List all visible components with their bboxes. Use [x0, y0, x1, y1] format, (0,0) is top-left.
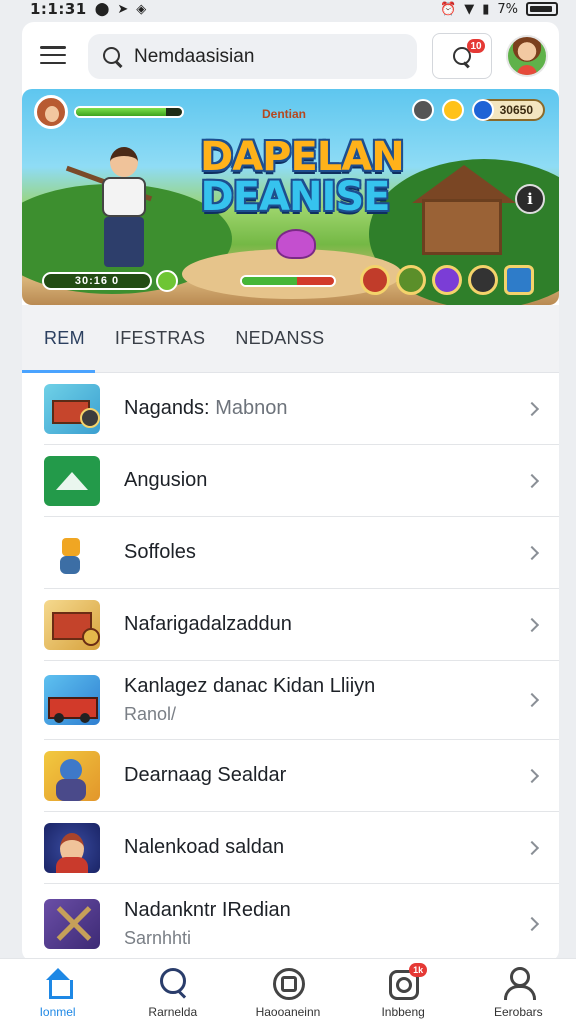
nav-label: Haooaneinn	[255, 1004, 321, 1019]
nav-profile[interactable]: Eerobars	[468, 965, 568, 1019]
player-card	[34, 95, 184, 129]
notifications-button[interactable]: 10	[432, 33, 492, 79]
ability-magic-icon[interactable]	[432, 265, 462, 295]
list-item[interactable]: Nafarigadalzaddun	[44, 589, 559, 661]
search-bar[interactable]	[88, 34, 417, 79]
search-input[interactable]	[134, 45, 394, 68]
notification-badge: 10	[467, 39, 485, 53]
battery-percent: 7%	[497, 1, 518, 17]
hut-illustration	[422, 199, 502, 255]
list-item-title: Kanlagez danac Kidan Lliiyn	[124, 675, 376, 697]
nav-label: Rarnelda	[148, 1004, 198, 1019]
game-logo: DAPELAN DEANISE	[200, 134, 405, 220]
tab-rem[interactable]: REM	[22, 305, 95, 373]
nav-search[interactable]: Rarnelda	[123, 965, 223, 1019]
list-item[interactable]: Angusion	[44, 445, 559, 517]
truck-icon	[44, 675, 100, 725]
player-health-bar	[74, 106, 184, 118]
hamburger-menu-icon[interactable]	[40, 42, 66, 68]
gem-icon	[411, 99, 434, 121]
ability-row	[360, 265, 534, 295]
main-card: 10 Dentian 30650	[22, 22, 559, 962]
xp-bar: 30:16 0	[42, 272, 152, 290]
nav-label: Inbbeng	[381, 1004, 425, 1019]
ability-fire-icon[interactable]	[360, 265, 390, 295]
game-banner[interactable]: Dentian 30650 DAPELAN DEANISE i 30:16 0	[22, 89, 559, 305]
tab-bar: REM IFESTRAS NEDANSS	[22, 305, 559, 373]
gold-coin-icon	[441, 99, 464, 121]
list-item-title: Soffoles	[124, 541, 196, 563]
ability-gear-icon[interactable]	[468, 265, 498, 295]
list-item[interactable]: Dearnaag Sealdar	[44, 740, 559, 812]
home-icon	[40, 965, 76, 1001]
score-value: 30650	[499, 103, 533, 117]
xp-orb-icon	[156, 270, 178, 292]
nav-home[interactable]: Ionmel	[8, 965, 108, 1019]
user-avatar[interactable]	[506, 35, 548, 77]
list-item[interactable]: Nalenkoad saldan	[44, 812, 559, 884]
sword-icon	[44, 898, 100, 949]
wifi-icon: ▼	[464, 1, 475, 17]
bottom-navigation: Ionmel Rarnelda Haooaneinn 1k Inbbeng Ee…	[0, 958, 576, 1024]
info-icon[interactable]: i	[515, 184, 545, 214]
list-item-title: Nafarigadalzaddun	[124, 613, 292, 635]
nav-community[interactable]: Haooaneinn	[238, 965, 338, 1019]
community-icon	[270, 965, 306, 1001]
tab-ifestras[interactable]: IFESTRAS	[115, 305, 205, 373]
list-item[interactable]: Nagands: Mabnon	[44, 373, 559, 445]
nav-label: Ionmel	[39, 1004, 76, 1019]
currency-area: 30650	[411, 99, 545, 121]
list-item[interactable]: Nadankntr IRedian Sarnhhti	[44, 884, 559, 962]
search-icon	[155, 965, 191, 1001]
ability-sword-icon[interactable]	[504, 265, 534, 295]
mountain-icon	[44, 455, 100, 506]
nav-label: Eerobars	[493, 1004, 543, 1019]
alarm-icon: ⏰	[440, 1, 457, 17]
hero-icon	[44, 822, 100, 873]
hero-character	[65, 147, 158, 275]
top-bar: 10	[22, 22, 559, 90]
treasure-icon	[44, 599, 100, 650]
ability-leaf-icon[interactable]	[396, 265, 426, 295]
list-item[interactable]: Soffoles	[44, 517, 559, 589]
messages-badge: 1k	[409, 962, 428, 977]
signal-icon: ▮	[482, 1, 490, 17]
notification-dot-icon: ⬤	[94, 1, 110, 17]
list-item-title: Dearnaag Sealdar	[124, 764, 287, 786]
list-item-subtitle: Sarnhhti	[124, 927, 192, 948]
status-bar: 1:1:31 ⬤ ➤ ◈ ⏰ ▼ ▮ 7%	[0, 0, 576, 18]
game-logo-line-1: DAPELAN	[200, 134, 405, 180]
game-list: Nagands: Mabnon Angusion Soffoles Nafari…	[22, 373, 559, 962]
shop-icon	[44, 383, 100, 434]
progress-bar	[240, 275, 336, 287]
score-display: 30650	[471, 99, 545, 121]
list-item-title: Nagands: Mabnon	[124, 397, 288, 419]
warrior-icon	[44, 750, 100, 801]
game-title-small: Dentian	[262, 107, 307, 121]
list-item-title: Nalenkoad saldan	[124, 836, 285, 858]
list-item-title: Nadankntr IRedian	[124, 898, 291, 921]
profile-icon	[500, 965, 537, 1001]
list-item-subtitle: Ranol/	[124, 704, 177, 724]
shield-icon: ◈	[136, 1, 147, 17]
creature-illustration	[276, 229, 316, 259]
knight-icon	[44, 528, 100, 578]
status-time: 1:1:31	[30, 0, 87, 18]
navigation-arrow-icon: ➤	[117, 1, 129, 17]
nav-messages[interactable]: 1k Inbbeng	[353, 962, 453, 1019]
game-logo-line-2: DEANISE	[200, 174, 391, 220]
battery-icon	[526, 2, 558, 16]
list-item-title: Angusion	[124, 469, 208, 491]
tab-nedanss[interactable]: NEDANSS	[235, 305, 324, 373]
player-avatar	[34, 95, 68, 129]
blue-coin-icon	[471, 99, 494, 121]
list-item[interactable]: Kanlagez danac Kidan Lliiyn Ranol/	[44, 661, 559, 740]
search-icon	[102, 46, 124, 68]
